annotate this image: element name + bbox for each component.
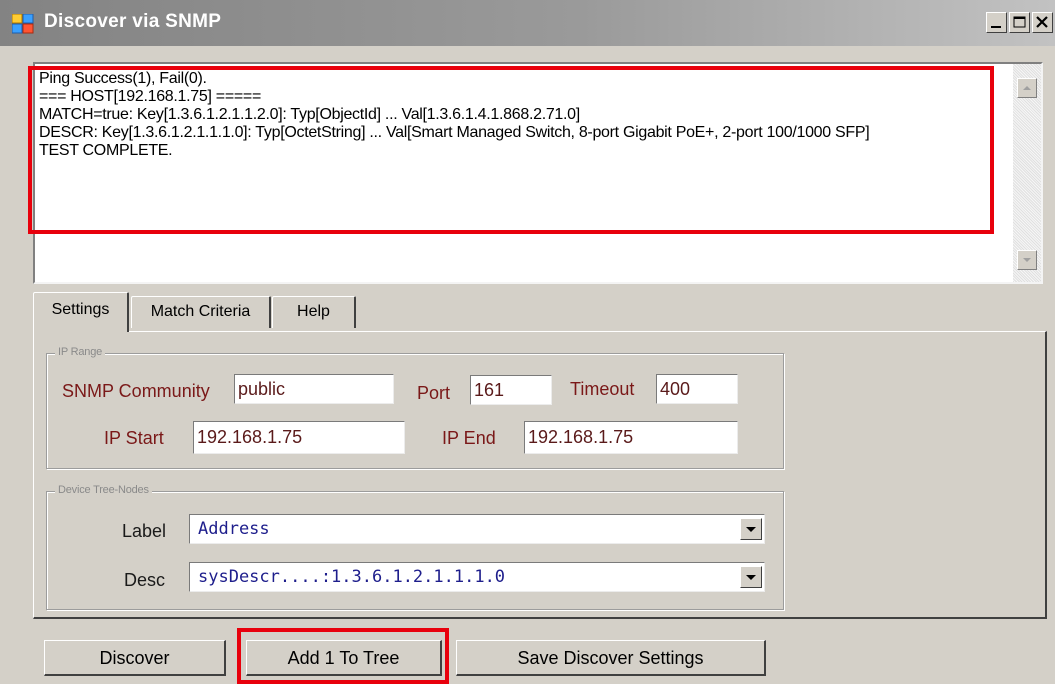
desc-dropdown-button[interactable]	[740, 566, 762, 588]
vertical-scrollbar[interactable]	[1013, 64, 1041, 282]
save-discover-settings-button[interactable]: Save Discover Settings	[456, 640, 766, 676]
ip-end-label: IP End	[442, 428, 496, 448]
ip-range-group-title: IP Range	[55, 346, 106, 358]
minimize-icon	[991, 26, 1001, 28]
snmp-community-input[interactable]: public	[234, 374, 394, 404]
desc-combobox[interactable]: sysDescr....:1.3.6.1.2.1.1.1.0	[189, 562, 765, 592]
port-input[interactable]: 161	[470, 375, 552, 405]
arrow-down-icon	[1023, 258, 1031, 262]
app-window-icon	[11, 13, 34, 34]
snmp-community-label: SNMP Community	[62, 381, 210, 401]
discover-button[interactable]: Discover	[44, 640, 226, 676]
device-tree-nodes-group: Device Tree-Nodes	[46, 484, 784, 610]
dropdown-arrow-icon	[746, 527, 756, 532]
title-bar[interactable]: Discover via SNMP	[0, 0, 1055, 46]
tab-match-criteria[interactable]: Match Criteria	[131, 296, 271, 328]
log-line: TEST COMPLETE.	[39, 142, 173, 159]
arrow-up-icon	[1023, 86, 1031, 90]
log-line: Ping Success(1), Fail(0).	[39, 70, 207, 87]
device-tree-nodes-group-title: Device Tree-Nodes	[55, 484, 152, 496]
add-to-tree-button[interactable]: Add 1 To Tree	[246, 640, 442, 676]
maximize-button[interactable]	[1009, 12, 1030, 33]
scroll-down-button[interactable]	[1017, 250, 1037, 270]
log-line: DESCR: Key[1.3.6.1.2.1.1.1.0]: Typ[Octet…	[39, 124, 870, 141]
close-icon	[1036, 16, 1048, 28]
desc-field-label: Desc	[124, 570, 166, 590]
log-line: MATCH=true: Key[1.3.6.1.2.1.1.2.0]: Typ[…	[39, 106, 580, 123]
window-title: Discover via SNMP	[44, 11, 222, 32]
log-line: === HOST[192.168.1.75] =====	[39, 88, 261, 105]
label-field-label: Label	[122, 521, 167, 541]
maximize-icon	[1013, 16, 1026, 28]
minimize-button[interactable]	[986, 12, 1007, 33]
label-dropdown-button[interactable]	[740, 518, 762, 540]
output-log-textbox[interactable]: Ping Success(1), Fail(0). === HOST[192.1…	[33, 62, 1043, 284]
tab-help[interactable]: Help	[272, 296, 356, 328]
timeout-input[interactable]: 400	[656, 374, 738, 404]
ip-start-input[interactable]: 192.168.1.75	[193, 421, 405, 454]
close-button[interactable]	[1032, 12, 1053, 33]
scroll-up-button[interactable]	[1017, 78, 1037, 98]
ip-start-label: IP Start	[104, 428, 164, 448]
output-log-text: Ping Success(1), Fail(0). === HOST[192.1…	[39, 70, 999, 160]
dropdown-arrow-icon	[746, 575, 756, 580]
timeout-label: Timeout	[570, 379, 635, 399]
ip-end-input[interactable]: 192.168.1.75	[524, 421, 738, 454]
label-combobox[interactable]: Address	[189, 514, 765, 544]
desc-combobox-value: sysDescr....:1.3.6.1.2.1.1.1.0	[198, 567, 506, 587]
label-combobox-value: Address	[198, 519, 270, 539]
port-label: Port	[417, 383, 451, 403]
tab-settings[interactable]: Settings	[33, 292, 129, 332]
